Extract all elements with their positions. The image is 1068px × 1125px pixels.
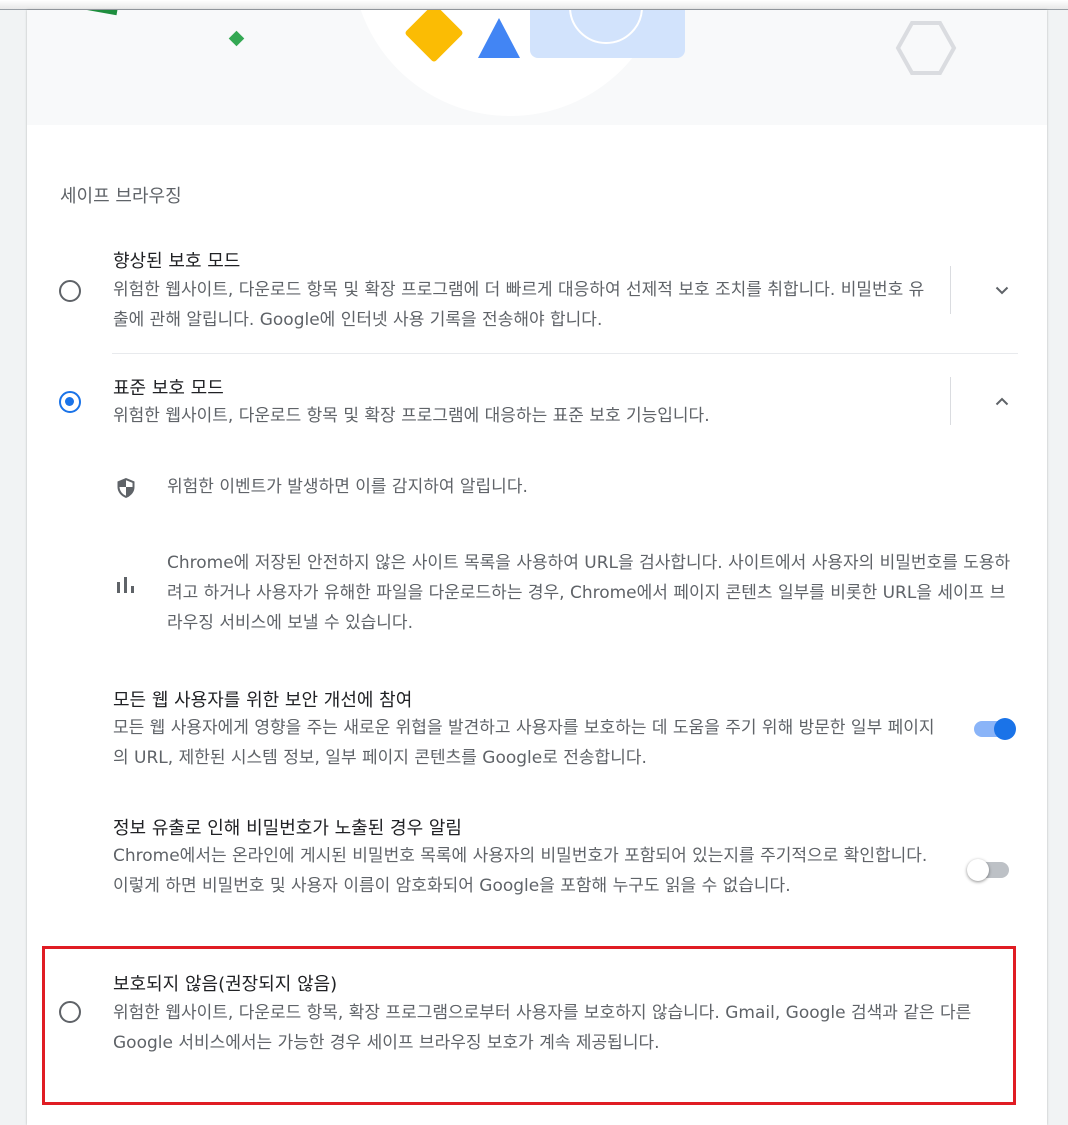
standard-protection-description: 위험한 웹사이트, 다운로드 항목 및 확장 프로그램에 대응하는 표준 보호 … bbox=[113, 406, 710, 426]
toggle-knob bbox=[967, 859, 989, 881]
expand-button-enhanced[interactable] bbox=[989, 277, 1015, 303]
improve-security-description: 모든 웹 사용자에게 영향을 주는 새로운 위협을 발견하고 사용자를 보호하는… bbox=[113, 718, 935, 768]
collapse-button-standard[interactable] bbox=[989, 388, 1015, 414]
chevron-up-icon bbox=[995, 397, 1009, 405]
feature-detect-alert-text: 위험한 이벤트가 발생하면 이를 감지하여 알립니다. bbox=[167, 477, 528, 497]
password-leak-toggle[interactable] bbox=[967, 855, 1011, 885]
divider-horizontal bbox=[112, 353, 1018, 354]
enhanced-protection-description: 위험한 웹사이트, 다운로드 항목 및 확장 프로그램에 더 빠르게 대응하여 … bbox=[113, 280, 925, 330]
section-title: 세이프 브라우징 bbox=[60, 186, 182, 207]
illustration-blue-triangle bbox=[478, 18, 520, 58]
top-edge bbox=[0, 0, 1068, 10]
enhanced-protection-title: 향상된 보호 모드 bbox=[113, 251, 241, 272]
toggle-knob bbox=[994, 718, 1016, 740]
highlight-box bbox=[42, 946, 1016, 1105]
chevron-down-icon bbox=[995, 286, 1009, 294]
illustration-green-diamond bbox=[228, 30, 245, 47]
illustration-hexagon bbox=[895, 21, 957, 75]
password-leak-description: Chrome에서는 온라인에 게시된 비밀번호 목록에 사용자의 비밀번호가 포… bbox=[113, 846, 928, 896]
divider-vertical bbox=[950, 266, 951, 314]
bar-chart-icon bbox=[113, 572, 139, 598]
standard-protection-radio[interactable] bbox=[59, 391, 81, 413]
enhanced-protection-radio[interactable] bbox=[59, 280, 81, 302]
divider-vertical bbox=[950, 377, 951, 425]
improve-security-title: 모든 웹 사용자를 위한 보안 개선에 참여 bbox=[113, 690, 413, 711]
illustration-green-bar bbox=[79, 10, 119, 16]
standard-protection-title: 표준 보호 모드 bbox=[113, 378, 224, 399]
shield-icon bbox=[113, 475, 139, 501]
header-illustration bbox=[27, 10, 1047, 125]
improve-security-toggle[interactable] bbox=[972, 714, 1016, 744]
feature-url-check-text: Chrome에 저장된 안전하지 않은 사이트 목록을 사용하여 URL을 검사… bbox=[167, 553, 1011, 633]
password-leak-title: 정보 유출로 인해 비밀번호가 노출된 경우 알림 bbox=[113, 818, 462, 839]
